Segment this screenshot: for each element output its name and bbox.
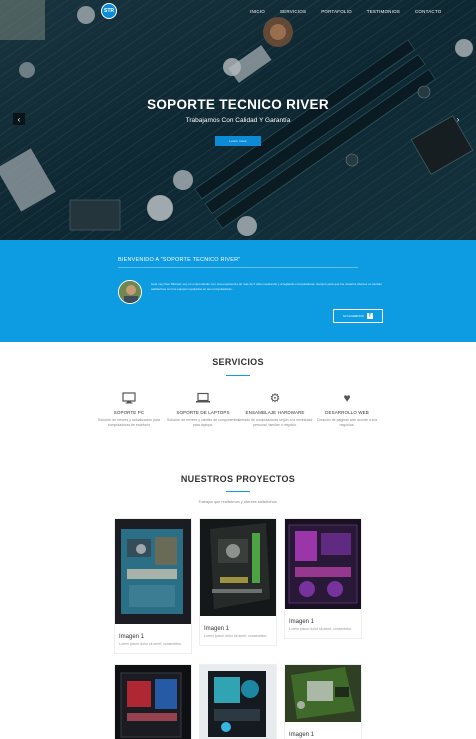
hero-subtitle: Trabajamos Con Calidad Y Garantía [185, 117, 291, 124]
project-title: Imagen 1 [289, 732, 315, 738]
site-logo[interactable]: STR [101, 3, 117, 19]
service-title: SOPORTE PC [113, 410, 145, 415]
avatar [118, 280, 142, 304]
welcome-title: BIENVENIDO A "SOPORTE TECNICO RIVER" [118, 257, 241, 263]
service-desc: Armado de computadoras según a la necesi… [237, 418, 313, 427]
service-desc: Creación de páginas web acorde a sus neg… [316, 418, 378, 427]
project-card[interactable] [199, 664, 277, 739]
navbar: STR INICIO SERVICIOS PORTAFOLIO TESTIMON… [0, 0, 476, 24]
facebook-icon: f [366, 313, 373, 319]
projects-divider [226, 491, 250, 492]
nav-item-portafolio[interactable]: PORTAFOLIO [321, 9, 352, 14]
project-image [200, 665, 276, 739]
project-title: Imagen 1 [119, 634, 145, 640]
project-card[interactable]: Imagen 1 [284, 664, 362, 739]
services-divider [226, 375, 250, 376]
service-item: SOPORTE DE LAPTOPS Solución de errores y… [165, 391, 241, 428]
welcome-divider [118, 267, 358, 268]
project-image [115, 519, 191, 629]
service-desc: Solución de errores y actualización para… [97, 418, 161, 427]
service-title: DESARROLLO WEB [325, 410, 369, 415]
projects-subtitle: Trabajos que realizamos y clientes satis… [198, 500, 278, 504]
service-title: ENSAMBLAJE HARDWARE [245, 410, 305, 415]
project-image [285, 519, 361, 614]
project-desc: Lorem ipsum dolor sit amet, consectetur. [204, 634, 268, 638]
service-item: ♥ DESARROLLO WEB Creación de páginas web… [309, 391, 385, 428]
nav-item-servicios[interactable]: SERVICIOS [280, 9, 306, 14]
monitor-icon [91, 391, 167, 405]
facebook-button[interactable]: MI FACEBOOK f [333, 309, 383, 323]
project-card[interactable] [114, 664, 192, 739]
nav-item-contacto[interactable]: CONTACTO [415, 9, 441, 14]
project-title: Imagen 1 [289, 619, 315, 625]
project-desc: Lorem ipsum dolor sit amet, consectetur. [289, 627, 353, 631]
service-item: ⚙ ENSAMBLAJE HARDWARE Armado de computad… [237, 391, 313, 428]
nav-item-inicio[interactable]: INICIO [250, 9, 265, 14]
gear-icon: ⚙ [269, 391, 281, 405]
welcome-text: Hola muy bien Miicoeli, soy un emprended… [151, 282, 382, 291]
hero-slider: STR INICIO SERVICIOS PORTAFOLIO TESTIMON… [0, 0, 476, 240]
project-card[interactable]: Imagen 1 Lorem ipsum dolor sit amet, con… [199, 518, 277, 646]
service-item: SOPORTE PC Solución de errores y actuali… [91, 391, 167, 428]
services-title: SERVICIOS [212, 357, 264, 367]
nav-item-testimonios[interactable]: TESTIMONIOS [367, 9, 400, 14]
facebook-button-label: MI FACEBOOK [343, 314, 364, 318]
hero-title: SOPORTE TECNICO RIVER [147, 97, 329, 112]
project-image [200, 519, 276, 621]
project-desc: Lorem ipsum dolor sit amet, consectetur. [119, 642, 183, 646]
projects-title: NUESTROS PROYECTOS [180, 474, 296, 484]
project-image [115, 665, 191, 739]
heart-icon: ♥ [343, 391, 351, 405]
laptop-icon [165, 391, 241, 405]
project-image [285, 665, 361, 727]
service-title: SOPORTE DE LAPTOPS [176, 410, 230, 415]
project-card[interactable]: Imagen 1 Lorem ipsum dolor sit amet, con… [114, 518, 192, 654]
learn-more-button[interactable]: Learn more [215, 136, 261, 146]
service-desc: Solución de errores y cambio de componen… [166, 418, 240, 427]
project-card[interactable]: Imagen 1 Lorem ipsum dolor sit amet, con… [284, 518, 362, 639]
welcome-section: BIENVENIDO A "SOPORTE TECNICO RIVER" Hol… [0, 240, 476, 342]
nav-menu: INICIO SERVICIOS PORTAFOLIO TESTIMONIOS … [250, 9, 456, 14]
project-title: Imagen 1 [204, 626, 230, 632]
